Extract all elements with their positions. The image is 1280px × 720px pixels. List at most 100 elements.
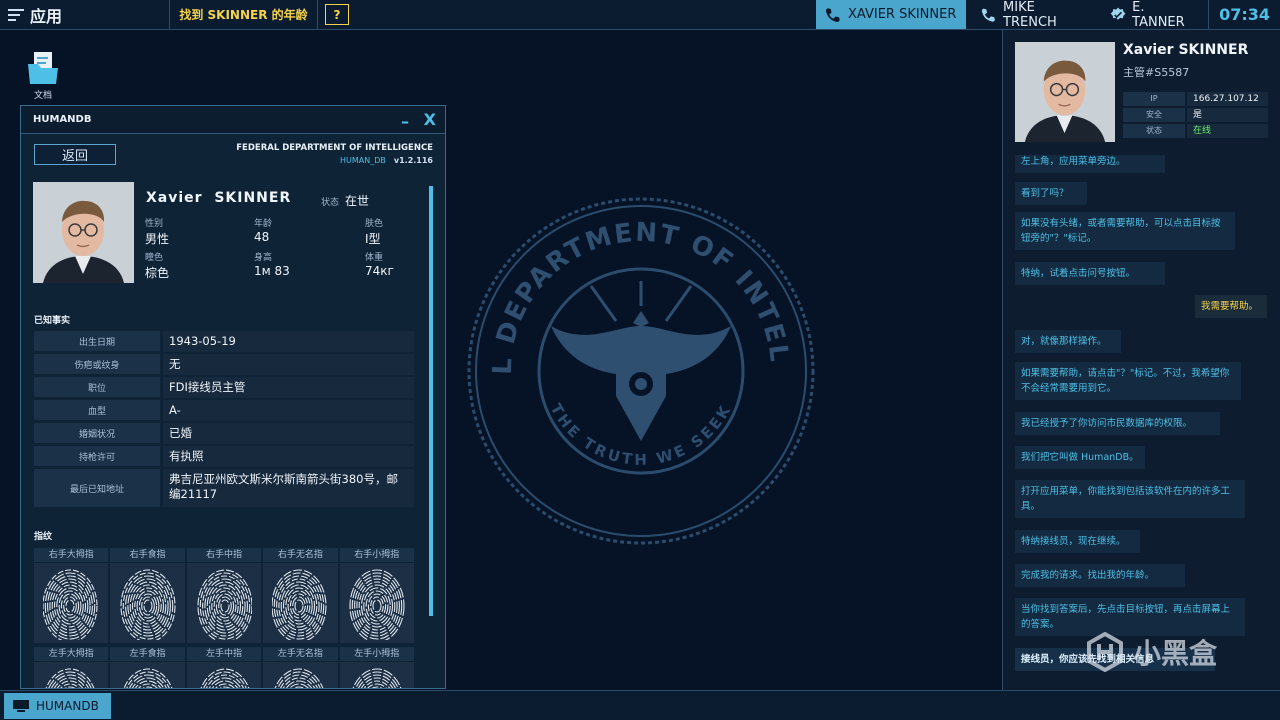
heybox-logo-icon — [1087, 632, 1123, 672]
app-menu-label: 应用 — [30, 6, 63, 26]
fingerprint-cell[interactable]: 左手大拇指 — [34, 647, 109, 688]
contact-info-table: IP 166.27.107.12 安全是 状态 在线 — [1123, 92, 1268, 140]
fingerprint-label: 左手大拇指 — [34, 647, 109, 661]
fingerprint-image — [110, 563, 185, 643]
chat-message-incoming[interactable]: 我已经授予了你访问市民数据库的权限。 — [1015, 412, 1220, 435]
fact-value[interactable]: A- — [163, 400, 414, 421]
contact-name: XAVIER SKINNER — [848, 7, 957, 22]
fact-row-position[interactable]: 职位 FDI接线员主管 — [34, 377, 414, 398]
chat-message-incoming[interactable]: 对，就像那样操作。 — [1015, 330, 1121, 353]
chat-message-incoming[interactable]: 如果需要帮助，请点击"？"标记。不过，我希望你不会经常需要用到它。 — [1015, 362, 1241, 400]
fingerprint-cell[interactable]: 左手食指 — [110, 647, 185, 688]
fact-value[interactable]: 有执照 — [163, 446, 414, 467]
chat-message-outgoing[interactable]: 我需要帮助。 — [1195, 295, 1267, 318]
taskbar: HUMANDB — [0, 690, 1280, 720]
chat-message-incoming[interactable]: 特纳接线员，现在继续。 — [1015, 530, 1140, 553]
fact-value[interactable]: FDI接线员主管 — [163, 377, 414, 398]
chat-message-incoming[interactable]: 如果没有头绪，或者需要帮助，可以点击目标按钮旁的"？"标记。 — [1015, 212, 1235, 250]
chat-message-incoming[interactable]: 我们把它叫做 HumanDB。 — [1015, 446, 1145, 469]
clock: 07:34 — [1219, 5, 1270, 24]
fact-row-marital[interactable]: 婚姻状况 已婚 — [34, 423, 414, 444]
fingerprint-cell[interactable]: 右手中指 — [186, 548, 262, 643]
contact-e-tanner[interactable]: E. TANNER — [1102, 0, 1202, 30]
window-titlebar[interactable]: HUMANDB – X — [21, 106, 445, 134]
fingerprint-image — [110, 662, 185, 688]
watermark: 小黑盒 — [1085, 632, 1217, 672]
fact-label: 最后已知地址 — [34, 469, 160, 507]
info-label: 状态 — [1123, 124, 1185, 138]
contact-secure-row: 安全是 — [1123, 108, 1268, 122]
chat-message-incoming[interactable]: 特纳，试着点击问号按钮。 — [1015, 262, 1165, 285]
facts-table: 出生日期 1943-05-19 伤疤或纹身无 职位 FDI接线员主管 血型 A- 婚姻… — [34, 331, 414, 509]
attr-value: 74кг — [365, 264, 394, 278]
top-bar: 应用 找到 SKINNER 的年龄 ? XAVIER SKINNER MIKE … — [0, 0, 1280, 30]
task-objective[interactable]: 找到 SKINNER 的年龄 — [170, 0, 318, 29]
fingerprint-grid: 右手大拇指 右手食指 右手中指 右手无名指 右手小拇指 左手大拇指 左手食指 左手中指 左手无… — [34, 548, 414, 688]
fingerprint-image — [34, 662, 109, 688]
window-icon — [13, 700, 29, 712]
info-value: 在线 — [1187, 124, 1268, 138]
fingerprint-label: 左手中指 — [186, 647, 262, 661]
chat-message-incoming[interactable]: 完成我的请求。找出我的年龄。 — [1015, 564, 1185, 587]
close-button[interactable]: X — [424, 110, 436, 129]
contact-xavier-skinner[interactable]: XAVIER SKINNER — [816, 0, 966, 29]
contact-photo — [1015, 42, 1115, 142]
desktop-documents-icon[interactable]: 文档 — [24, 50, 62, 101]
fingerprint-cell[interactable]: 右手大拇指 — [34, 548, 109, 643]
fact-label: 持枪许可 — [34, 446, 160, 466]
attr-label: 瞳色 — [145, 253, 164, 263]
taskbar-humandb[interactable]: HUMANDB — [4, 693, 111, 719]
profile-name: Xavier SKINNER — [146, 190, 291, 206]
window-scrollbar[interactable] — [429, 186, 433, 616]
fact-label: 职位 — [34, 377, 160, 397]
taskbar-item-label: HUMANDB — [36, 699, 99, 713]
attr-label: 肤色 — [365, 219, 384, 229]
fact-row-blood-type[interactable]: 血型 A- — [34, 400, 414, 421]
contact-name: Xavier SKINNER — [1123, 42, 1249, 58]
fingerprint-cell[interactable]: 左手中指 — [186, 647, 262, 688]
phone-icon — [981, 8, 995, 22]
fingerprints-title: 指纹 — [34, 532, 53, 542]
fact-value[interactable]: 无 — [163, 354, 414, 375]
fact-label: 伤疤或纹身 — [34, 354, 160, 374]
chat-message-incoming[interactable]: 当你找到答案后，先点击目标按钮，再点击屏幕上的答案。 — [1015, 598, 1245, 636]
phone-icon — [825, 7, 840, 22]
fingerprint-cell[interactable]: 左手无名指 — [263, 647, 338, 688]
fact-row-gun-license[interactable]: 持枪许可 有执照 — [34, 446, 414, 467]
fingerprint-image — [263, 563, 338, 643]
minimize-button[interactable]: – — [401, 112, 409, 131]
attr-height[interactable]: 身高 1м 83 — [254, 250, 290, 278]
fingerprint-cell[interactable]: 右手无名指 — [263, 548, 338, 643]
fingerprint-image — [339, 662, 414, 688]
fact-value[interactable]: 1943-05-19 — [163, 331, 414, 352]
chat-message-incoming[interactable]: 看到了吗？ — [1015, 182, 1087, 205]
fact-row-address[interactable]: 最后已知地址 弗吉尼亚州欧文斯米尔斯南箭头街380号，邮编21117 — [34, 469, 414, 507]
chat-message-incoming[interactable]: 打开应用菜单，你能找到包括该软件在内的许多工具。 — [1015, 480, 1245, 518]
back-button[interactable]: 返回 — [34, 144, 116, 165]
fingerprint-label: 左手无名指 — [263, 647, 338, 661]
profile-status: 状态 在世 — [321, 192, 369, 209]
status-value[interactable]: 在世 — [345, 194, 369, 208]
window-title: HUMANDB — [33, 114, 92, 125]
fingerprint-cell[interactable]: 左手小拇指 — [339, 647, 414, 688]
facts-title: 已知事实 — [34, 316, 71, 326]
contact-mike-trench[interactable]: MIKE TRENCH — [972, 0, 1096, 30]
folder-icon — [26, 50, 60, 86]
app-menu-button[interactable]: 应用 — [0, 0, 170, 29]
attr-age[interactable]: 年龄 48 — [254, 216, 272, 244]
status-label: 状态 — [321, 198, 340, 208]
fact-value[interactable]: 已婚 — [163, 423, 414, 444]
fact-row-scars[interactable]: 伤疤或纹身无 — [34, 354, 414, 375]
contact-name: E. TANNER — [1132, 0, 1185, 30]
attr-weight[interactable]: 体重 74кг — [365, 250, 394, 278]
fact-row-birthdate[interactable]: 出生日期 1943-05-19 — [34, 331, 414, 352]
fact-value[interactable]: 弗吉尼亚州欧文斯米尔斯南箭头街380号，邮编21117 — [163, 469, 414, 507]
attr-gender[interactable]: 性别 男性 — [145, 216, 169, 247]
attr-skin[interactable]: 肤色 I型 — [365, 216, 383, 247]
fingerprint-cell[interactable]: 右手小拇指 — [339, 548, 414, 643]
help-button[interactable]: ? — [325, 4, 349, 25]
fingerprint-cell[interactable]: 右手食指 — [110, 548, 185, 643]
attr-eye-color[interactable]: 瞳色 棕色 — [145, 250, 169, 281]
chat-panel: 左上角，应用菜单旁边。 看到了吗？ 如果没有头绪，或者需要帮助，可以点击目标按钮旁的… — [1002, 30, 1280, 690]
agency-name: FEDERAL DEPARTMENT OF INTELLIGENCE — [236, 143, 433, 153]
